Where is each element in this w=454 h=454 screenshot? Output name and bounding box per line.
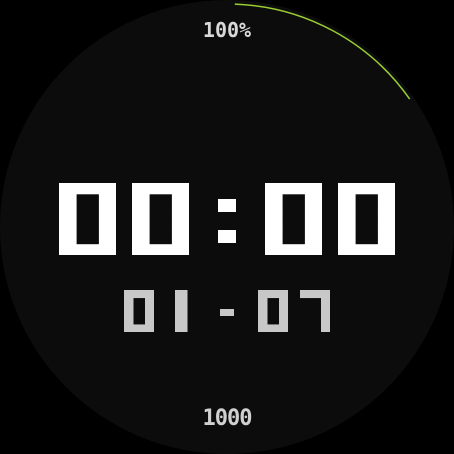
digit-pixel-block <box>132 244 150 255</box>
time-display: 00:00 <box>0 183 454 255</box>
digit-pixel-block <box>321 290 330 299</box>
day-tens-digit <box>258 290 288 332</box>
digit-pixel-block <box>282 183 306 195</box>
battery-percentage: 100% <box>202 18 252 42</box>
digit-pixel-block <box>279 290 288 299</box>
digit-pixel-block <box>124 290 134 299</box>
digit-pixel-block <box>132 224 150 245</box>
digit-pixel-block <box>377 183 395 195</box>
day-ones-digit <box>300 290 330 332</box>
digit-pixel-block <box>171 183 189 195</box>
digit-pixel-block <box>132 193 150 215</box>
digit-pixel-block <box>149 183 173 195</box>
digit-pixel-block <box>175 324 188 332</box>
digit-pixel-block <box>145 297 154 308</box>
digit-pixel-block <box>321 297 330 308</box>
digit-pixel-block <box>258 307 268 316</box>
digit-pixel-block <box>59 224 77 245</box>
digit-pixel-block <box>267 324 280 332</box>
minute-ones-digit <box>338 183 395 255</box>
digit-pixel-block <box>145 307 154 316</box>
digit-pixel-block <box>338 193 356 215</box>
digit-pixel-block <box>304 183 322 195</box>
digit-pixel-block <box>132 183 150 195</box>
digit-pixel-block <box>304 244 322 255</box>
digit-pixel-block <box>304 213 322 225</box>
digit-pixel-block <box>132 213 150 225</box>
digit-pixel-block <box>355 183 379 195</box>
digit-pixel-block <box>124 324 134 332</box>
digit-pixel-block <box>338 183 356 195</box>
digit-pixel-block <box>265 213 283 225</box>
digit-pixel-block <box>145 314 154 325</box>
digit-pixel-block <box>355 244 379 255</box>
watch-face: 100% 00:00 01-07 1000 <box>0 0 454 454</box>
digit-pixel-block <box>258 314 268 325</box>
digit-pixel-block <box>59 193 77 215</box>
digit-pixel-block <box>265 224 283 245</box>
digit-pixel-block <box>124 297 134 308</box>
digit-pixel-block <box>171 193 189 215</box>
digit-pixel-block <box>98 224 116 245</box>
digit-pixel-block <box>279 297 288 308</box>
digit-pixel-block <box>267 290 280 299</box>
hour-ones-digit <box>132 183 189 255</box>
digit-pixel-block <box>258 290 268 299</box>
digit-pixel-block <box>76 183 100 195</box>
digit-pixel-block <box>258 324 268 332</box>
digit-pixel-block <box>124 314 134 325</box>
digit-pixel-block <box>282 244 306 255</box>
digit-pixel-block <box>338 244 356 255</box>
digit-pixel-block <box>377 224 395 245</box>
digit-pixel-block <box>300 290 310 299</box>
digit-pixel-block <box>175 307 188 316</box>
digit-pixel-block <box>98 213 116 225</box>
digit-pixel-block <box>59 183 77 195</box>
time-colon <box>218 199 236 243</box>
digit-pixel-block <box>59 244 77 255</box>
digit-pixel-block <box>321 314 330 325</box>
month-tens-digit <box>124 290 154 332</box>
digit-pixel-block <box>145 324 154 332</box>
digit-pixel-block <box>377 193 395 215</box>
digit-pixel-block <box>265 244 283 255</box>
digit-pixel-block <box>321 324 330 332</box>
digit-pixel-block <box>265 183 283 195</box>
digit-pixel-block <box>149 244 173 255</box>
digit-pixel-block <box>258 297 268 308</box>
digit-pixel-block <box>171 244 189 255</box>
digit-pixel-block <box>133 324 146 332</box>
digit-pixel-block <box>265 193 283 215</box>
digit-pixel-block <box>175 290 188 299</box>
hour-tens-digit <box>59 183 116 255</box>
digit-pixel-block <box>321 307 330 316</box>
digit-pixel-block <box>377 244 395 255</box>
digit-pixel-block <box>76 244 100 255</box>
digit-pixel-block <box>279 307 288 316</box>
digit-pixel-block <box>145 290 154 299</box>
date-display: 01-07 <box>0 290 454 332</box>
digit-pixel-block <box>279 314 288 325</box>
digit-pixel-block <box>279 324 288 332</box>
digit-pixel-block <box>171 213 189 225</box>
month-ones-digit <box>175 290 188 332</box>
minute-tens-digit <box>265 183 322 255</box>
digit-pixel-block <box>377 213 395 225</box>
digit-pixel-block <box>124 307 134 316</box>
digit-pixel-block <box>59 213 77 225</box>
digit-pixel-block <box>171 224 189 245</box>
digit-pixel-block <box>175 314 188 325</box>
digit-pixel-block <box>98 244 116 255</box>
step-count: 1000 <box>202 406 253 431</box>
digit-pixel-block <box>304 193 322 215</box>
digit-pixel-block <box>309 290 322 299</box>
digit-pixel-block <box>133 290 146 299</box>
digit-pixel-block <box>98 183 116 195</box>
digit-pixel-block <box>338 224 356 245</box>
digit-pixel-block <box>304 224 322 245</box>
digit-pixel-block <box>175 297 188 308</box>
digit-pixel-block <box>338 213 356 225</box>
date-dash <box>220 309 234 316</box>
digit-pixel-block <box>98 193 116 215</box>
